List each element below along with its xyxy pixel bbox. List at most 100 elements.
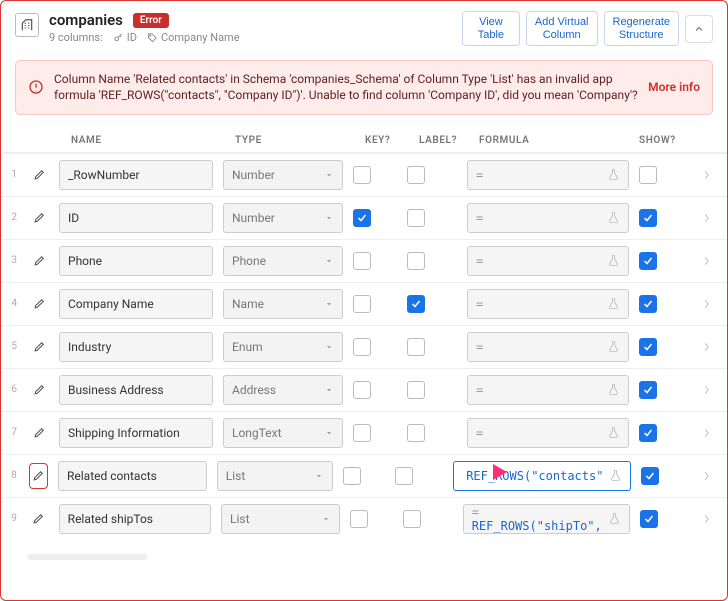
show-checkbox[interactable] xyxy=(639,166,657,184)
add-virtual-column-button[interactable]: Add Virtual Column xyxy=(526,11,598,46)
row-expand-icon[interactable] xyxy=(699,426,713,440)
edit-column-button[interactable] xyxy=(29,463,48,489)
column-type-select[interactable]: Number xyxy=(223,160,343,190)
key-checkbox[interactable] xyxy=(353,381,371,399)
beaker-icon xyxy=(607,340,620,353)
edit-column-button[interactable] xyxy=(29,420,49,446)
formula-field[interactable]: = xyxy=(467,203,629,233)
key-checkbox[interactable] xyxy=(353,338,371,356)
row-expand-icon[interactable] xyxy=(699,297,713,311)
label-checkbox[interactable] xyxy=(407,381,425,399)
column-name-field[interactable]: Industry xyxy=(59,332,213,362)
row-expand-icon[interactable] xyxy=(699,211,713,225)
columns-table: NAME TYPE KEY? LABEL? FORMULA SHOW? 1_Ro… xyxy=(1,135,727,575)
row-expand-icon[interactable] xyxy=(699,254,713,268)
columns-count: 9 columns: xyxy=(49,31,103,44)
column-type-select[interactable]: Phone xyxy=(223,246,343,276)
col-header-show: SHOW? xyxy=(639,135,689,146)
column-name-field[interactable]: ID xyxy=(59,203,213,233)
view-table-button[interactable]: View Table xyxy=(462,11,520,46)
formula-field[interactable]: = xyxy=(467,375,629,405)
key-checkbox[interactable] xyxy=(353,252,371,270)
error-alert: Column Name 'Related contacts' in Schema… xyxy=(15,60,713,114)
label-checkbox[interactable] xyxy=(407,209,425,227)
row-expand-icon[interactable] xyxy=(699,512,713,526)
column-type-select[interactable]: LongText xyxy=(223,418,343,448)
row-index: 5 xyxy=(9,341,19,352)
label-checkbox[interactable] xyxy=(395,467,413,485)
show-checkbox[interactable] xyxy=(641,467,659,485)
chevron-down-icon xyxy=(321,514,331,524)
show-checkbox[interactable] xyxy=(639,338,657,356)
more-info-link[interactable]: More info xyxy=(648,80,700,94)
formula-field[interactable]: = REF_ROWS("shipTo", xyxy=(463,504,630,534)
column-name-field[interactable]: Phone xyxy=(59,246,213,276)
formula-field[interactable]: = xyxy=(467,418,629,448)
table-row: 8Related contactsListREF_ROWS("contacts" xyxy=(3,454,727,497)
column-name-field[interactable]: Related contacts xyxy=(58,461,207,491)
beaker-icon xyxy=(607,254,620,267)
label-checkbox[interactable] xyxy=(407,424,425,442)
column-type-select[interactable]: Name xyxy=(223,289,343,319)
label-checkbox[interactable] xyxy=(407,166,425,184)
column-type-select[interactable]: List xyxy=(217,461,333,491)
row-expand-icon[interactable] xyxy=(699,340,713,354)
label-checkbox[interactable] xyxy=(403,510,421,528)
chevron-down-icon xyxy=(314,471,324,481)
label-checkbox[interactable] xyxy=(407,295,425,313)
show-checkbox[interactable] xyxy=(639,381,657,399)
key-checkbox[interactable] xyxy=(353,209,371,227)
column-name-field[interactable]: Business Address xyxy=(59,375,213,405)
beaker-icon xyxy=(607,297,620,310)
key-checkbox[interactable] xyxy=(343,467,361,485)
row-expand-icon[interactable] xyxy=(700,469,713,483)
error-icon xyxy=(28,79,44,95)
table-row: 6Business AddressAddress= xyxy=(3,368,727,411)
edit-column-button[interactable] xyxy=(29,334,49,360)
column-type-select[interactable]: List xyxy=(221,504,340,534)
show-checkbox[interactable] xyxy=(639,295,657,313)
edit-column-button[interactable] xyxy=(29,162,49,188)
key-chip: ID xyxy=(113,31,137,44)
header-actions: View Table Add Virtual Column Regenerate… xyxy=(462,11,713,46)
column-name-field[interactable]: _RowNumber xyxy=(59,160,213,190)
label-checkbox[interactable] xyxy=(407,252,425,270)
edit-column-button[interactable] xyxy=(29,248,49,274)
beaker-icon xyxy=(607,426,620,439)
show-checkbox[interactable] xyxy=(639,209,657,227)
show-checkbox[interactable] xyxy=(639,252,657,270)
regenerate-structure-button[interactable]: Regenerate Structure xyxy=(604,11,680,46)
key-checkbox[interactable] xyxy=(353,166,371,184)
key-checkbox[interactable] xyxy=(353,424,371,442)
column-type-select[interactable]: Number xyxy=(223,203,343,233)
label-checkbox[interactable] xyxy=(407,338,425,356)
column-name-field[interactable]: Shipping Information xyxy=(59,418,213,448)
row-index: 2 xyxy=(9,212,19,223)
chevron-down-icon xyxy=(324,299,334,309)
formula-field[interactable]: = xyxy=(467,246,629,276)
formula-field[interactable]: = xyxy=(467,289,629,319)
column-type-select[interactable]: Enum xyxy=(223,332,343,362)
edit-column-button[interactable] xyxy=(29,377,49,403)
formula-field[interactable]: = xyxy=(467,160,629,190)
horizontal-scrollbar[interactable] xyxy=(27,554,147,560)
formula-field[interactable]: REF_ROWS("contacts" xyxy=(453,461,631,491)
column-name-field[interactable]: Related shipTos xyxy=(59,504,211,534)
formula-field[interactable]: = xyxy=(467,332,629,362)
row-expand-icon[interactable] xyxy=(699,168,713,182)
show-checkbox[interactable] xyxy=(639,424,657,442)
table-row: 5 Industry Enum = xyxy=(3,325,727,368)
col-header-name: NAME xyxy=(71,135,225,146)
key-checkbox[interactable] xyxy=(353,295,371,313)
column-name-field[interactable]: Company Name xyxy=(59,289,213,319)
show-checkbox[interactable] xyxy=(640,510,658,528)
key-checkbox[interactable] xyxy=(350,510,368,528)
row-expand-icon[interactable] xyxy=(699,383,713,397)
edit-column-button[interactable] xyxy=(29,291,49,317)
table-header: companies Error 9 columns: ID Company Na… xyxy=(1,1,727,54)
chevron-down-icon xyxy=(324,256,334,266)
edit-column-button[interactable] xyxy=(29,205,49,231)
edit-column-button[interactable] xyxy=(29,506,49,532)
collapse-button[interactable] xyxy=(685,15,713,43)
column-type-select[interactable]: Address xyxy=(223,375,343,405)
